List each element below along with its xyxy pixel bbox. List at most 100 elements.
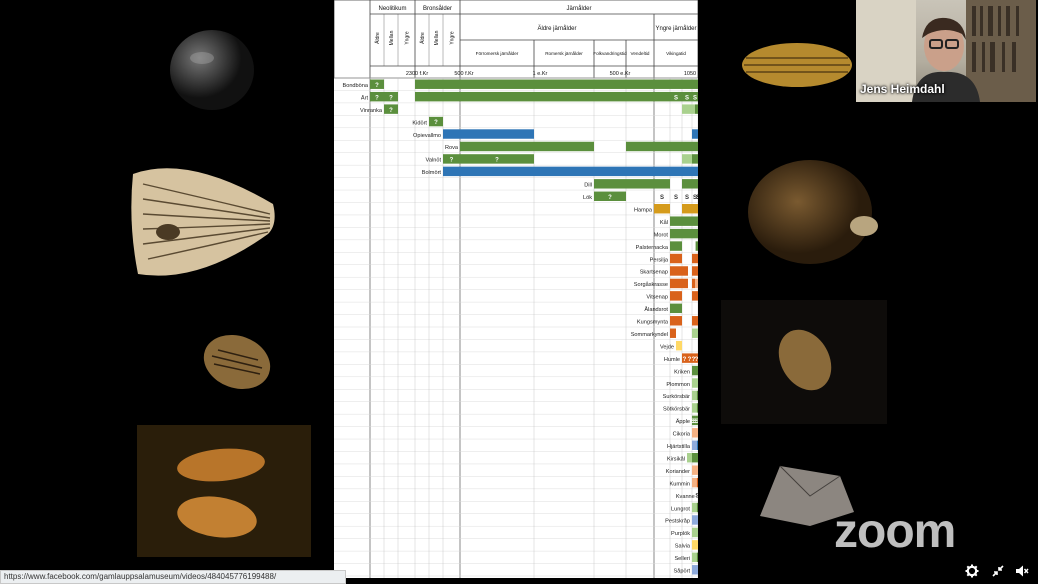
row-label-22: Humle [664,357,680,363]
bar-32-0 [692,477,697,488]
row-label-11: Kål [660,219,668,226]
bar-mark-27-2: S [695,419,698,425]
bar-16-1 [692,278,695,289]
sub-brons-2: Yngre [450,31,456,45]
sub-jarn-3: Vendeltid [631,51,650,56]
row-label-28: Cikoria [673,432,691,438]
bar-0-1 [415,79,698,89]
bar-5-1 [626,141,698,152]
time-tick-4: 1050 [684,71,696,77]
row-label-38: Selleri [674,556,690,562]
bar-mark-9-1: S [660,195,664,201]
bar-mark-1-1: ? [389,95,393,101]
bar-25-0 [692,390,697,401]
row-label-10: Hampa [634,207,653,213]
header-neolitikum: Neolitikum [378,6,406,12]
bar-mark-6-1: ? [495,158,499,164]
bar-25-1 [696,390,698,401]
bar-28-0 [692,428,698,438]
row-label-12: Morot [654,232,669,238]
header-jarnalder: Järnålder [566,5,591,12]
bar-5-0 [460,141,594,152]
bar-20-0 [670,328,676,338]
row-label-16: Sorgåskrasse [634,281,668,288]
seed-photo-5 [740,36,854,94]
bar-14-1 [692,253,698,264]
bar-mark-9-3: S [685,195,689,201]
row-label-14: Persilja [650,257,669,263]
row-label-36: Purplök [671,531,690,537]
seed-photo-4 [137,425,311,557]
row-label-15: Skartsenap [640,270,668,276]
bar-21-0 [676,340,682,351]
row-label-29: Hjärtstilla [667,444,691,450]
bar-30-1 [692,453,698,463]
bar-34-1 [696,502,698,513]
row-label-19: Kungsmynta [637,320,669,326]
bar-2-2 [695,104,698,114]
seed-photo-6 [746,156,882,268]
row-label-17: Vitsenap [646,295,668,301]
bar-mark-9-2: S [674,195,678,201]
bar-29-0 [692,440,697,450]
row-label-32: Kummin [669,481,690,487]
bar-16-2 [695,278,698,289]
bar-32-1 [696,477,698,488]
bar-8-1 [626,179,670,189]
bar-mark-0-0: ? [375,83,379,89]
row-label-4: Opievallmo [413,133,441,139]
crop-history-chart: Neolitikum Bronsålder Järnålder Äldre järnå… [334,0,698,578]
seed-photo-3 [200,330,274,394]
zoom-watermark: zoom [834,505,998,558]
bar-1-2 [415,91,670,102]
bar-30-0 [687,453,692,463]
row-label-7: Bolmört [422,170,442,176]
exit-fullscreen-icon[interactable] [991,564,1005,578]
bar-20-1 [692,328,698,338]
row-label-39: Såpört [674,568,691,575]
bar-14-0 [670,253,682,264]
bar-13-0 [670,241,682,251]
speaker-mute-icon[interactable] [1015,564,1029,578]
bar-31-0 [692,465,698,475]
row-label-24: Plommon [666,382,690,388]
bar-23-0 [692,365,698,376]
row-label-31: Koriander [666,469,690,475]
row-label-35: Pestskråp [665,518,690,525]
bar-12-1 [692,228,698,239]
bar-13-1 [695,241,698,251]
chart-canvas: Neolitikum Bronsålder Järnålder Äldre järnå… [334,0,698,578]
time-tick-0: 2300 f.Kr [406,71,428,77]
zoom-watermark-text: zoom [834,507,955,553]
bar-mark-3-0: ? [434,120,438,126]
bar-mark-9-0: ? [608,195,612,201]
bar-mark-1-4: S [685,95,689,101]
bar-18-0 [670,303,682,314]
row-label-27: Äpple [676,418,690,425]
bar-mark-1-3: S [674,95,678,101]
row-label-13: Palsternacka [636,245,669,251]
speaker-video-tile[interactable]: Jens Heimdahl [856,0,1036,102]
bar-15-0 [670,266,688,276]
bar-17-0 [670,291,682,301]
row-label-37: Salvia [675,544,691,550]
bar-34-0 [692,502,697,513]
sub-jarn-0: Förromersk järnålder [476,50,519,56]
time-tick-1: 500 f.Kr [454,71,473,77]
bar-16-0 [670,278,688,289]
sub-brons-0: Äldre [419,32,426,44]
gear-icon[interactable] [965,564,979,578]
bar-24-0 [692,378,698,388]
bar-39-0 [692,565,698,575]
bar-mark-1-5: S [693,95,697,101]
header-aldre-jarnalder: Äldre järnålder [537,25,576,32]
bar-11-0 [670,216,698,226]
bar-38-1 [696,552,698,563]
bar-19-1 [692,316,698,326]
row-label-3: Kidört [412,120,427,126]
bar-10-1 [682,204,698,214]
seed-photo-2 [128,154,278,280]
bar-mark-6-0: ? [450,158,454,164]
row-label-18: Ålandsrot [644,306,668,313]
sub-jarn-2: Folkvandringstid [593,51,627,56]
